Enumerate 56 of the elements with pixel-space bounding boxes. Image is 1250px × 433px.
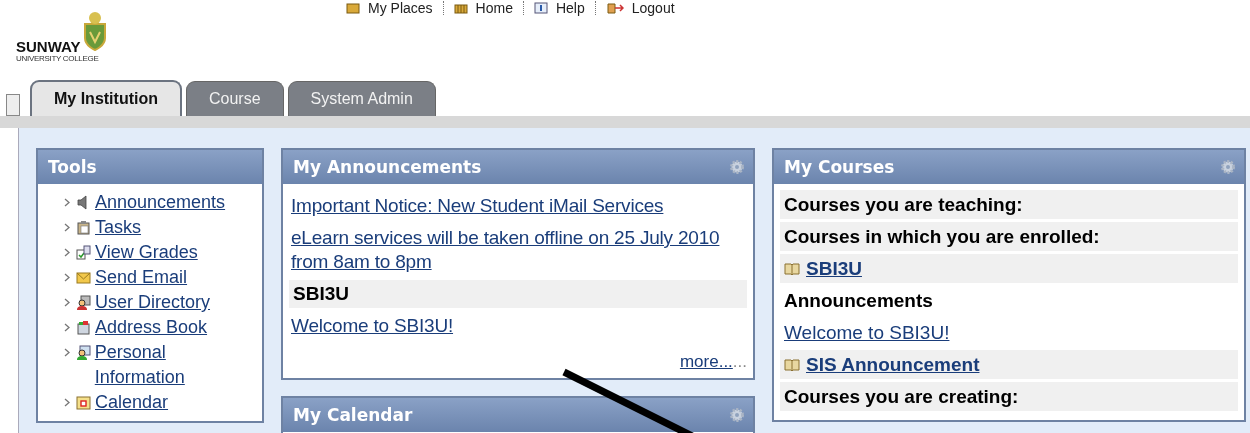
chevron-icon bbox=[64, 398, 70, 407]
tab[interactable]: My Institution bbox=[30, 80, 182, 116]
book-icon bbox=[784, 261, 800, 276]
nav-link[interactable]: My Places bbox=[368, 0, 433, 16]
door-exit-icon bbox=[605, 2, 624, 14]
nav-link[interactable]: Help bbox=[555, 0, 585, 16]
course-link[interactable]: SBI3U bbox=[806, 257, 862, 280]
address-book-icon bbox=[76, 320, 91, 335]
settings-icon[interactable] bbox=[1220, 159, 1236, 175]
tool-link[interactable]: Send Email bbox=[95, 265, 188, 290]
tool-link[interactable]: Announcements bbox=[95, 190, 226, 215]
section-header: Courses you are creating: bbox=[780, 382, 1238, 411]
envelope-icon bbox=[76, 270, 91, 285]
tab[interactable]: System Admin bbox=[287, 81, 436, 116]
section-header: Courses you are teaching: bbox=[780, 190, 1238, 219]
tool-link[interactable]: Tasks bbox=[95, 215, 141, 240]
folder-icon bbox=[346, 2, 360, 14]
announcement-link[interactable]: Welcome to SBI3U! bbox=[291, 314, 745, 338]
chevron-icon bbox=[64, 198, 70, 207]
ellipsis: ... bbox=[732, 352, 747, 372]
person-search-icon bbox=[76, 295, 91, 310]
panel-title: My Courses bbox=[784, 157, 895, 177]
logo-wordmark: SUNWAY bbox=[16, 39, 81, 54]
announcement-link[interactable]: eLearn services will be taken offline on 25 July 2010 from 8am to 8pm bbox=[291, 226, 745, 274]
panel-title: Tools bbox=[48, 157, 97, 177]
course-group-label: SBI3U bbox=[289, 280, 747, 308]
nav-link[interactable]: Logout bbox=[631, 0, 675, 16]
chevron-icon bbox=[64, 273, 70, 282]
chevron-icon bbox=[64, 248, 70, 257]
chevron-icon bbox=[64, 298, 70, 307]
clipboard-icon bbox=[76, 220, 91, 235]
tool-link[interactable]: Personal Information bbox=[94, 340, 256, 390]
nav-link[interactable]: Home bbox=[475, 0, 513, 16]
chevron-icon bbox=[64, 323, 70, 332]
panel-title: My Calendar bbox=[293, 405, 413, 425]
gradebook-icon bbox=[76, 245, 91, 260]
settings-icon[interactable] bbox=[729, 159, 745, 175]
tool-link[interactable]: User Directory bbox=[95, 290, 210, 315]
announcement-link[interactable]: Important Notice: New Student iMail Services bbox=[291, 194, 745, 218]
panel-title: My Announcements bbox=[293, 157, 482, 177]
tab[interactable]: Course bbox=[186, 81, 284, 116]
chevron-icon bbox=[64, 348, 70, 357]
tool-link[interactable]: Calendar bbox=[95, 390, 169, 415]
settings-icon[interactable] bbox=[729, 407, 745, 423]
announcement-link[interactable]: Welcome to SBI3U! bbox=[784, 321, 950, 344]
subheading: Announcements bbox=[783, 289, 934, 313]
person-card-icon bbox=[75, 345, 91, 360]
calendar-icon bbox=[76, 395, 91, 410]
tool-link[interactable]: Address Book bbox=[95, 315, 208, 340]
help-icon bbox=[533, 2, 548, 14]
section-header: Courses in which you are enrolled: bbox=[780, 222, 1238, 251]
logo-subtitle: UNIVERSITY COLLEGE bbox=[16, 54, 100, 63]
more-link[interactable]: more... bbox=[679, 352, 733, 372]
tool-link[interactable]: View Grades bbox=[95, 240, 198, 265]
book-icon bbox=[784, 357, 800, 372]
chevron-icon bbox=[64, 223, 70, 232]
